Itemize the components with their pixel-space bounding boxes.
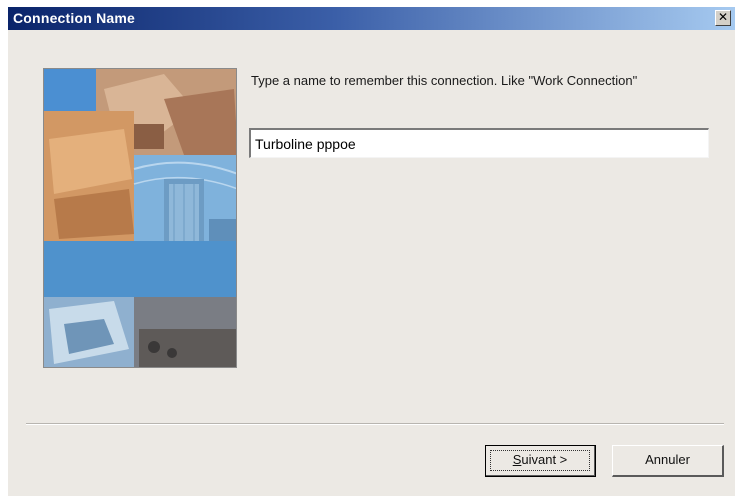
cancel-button-label: Annuler	[645, 452, 690, 467]
wizard-illustration	[43, 68, 237, 368]
connection-name-dialog: Connection Name ✕ Type a name to remembe…	[7, 6, 735, 496]
button-separator	[26, 423, 724, 425]
connection-name-prompt: Type a name to remember this connection.…	[251, 73, 638, 88]
title-bar[interactable]: Connection Name ✕	[8, 7, 735, 30]
office-collage-illustration-icon	[44, 69, 236, 367]
close-button[interactable]: ✕	[715, 10, 731, 26]
window-title: Connection Name	[13, 10, 136, 26]
cancel-button[interactable]: Annuler	[612, 445, 724, 477]
next-button[interactable]: Suivant >	[485, 445, 596, 477]
focus-rectangle	[490, 450, 590, 471]
close-icon: ✕	[717, 10, 729, 24]
connection-name-input[interactable]	[249, 128, 709, 158]
